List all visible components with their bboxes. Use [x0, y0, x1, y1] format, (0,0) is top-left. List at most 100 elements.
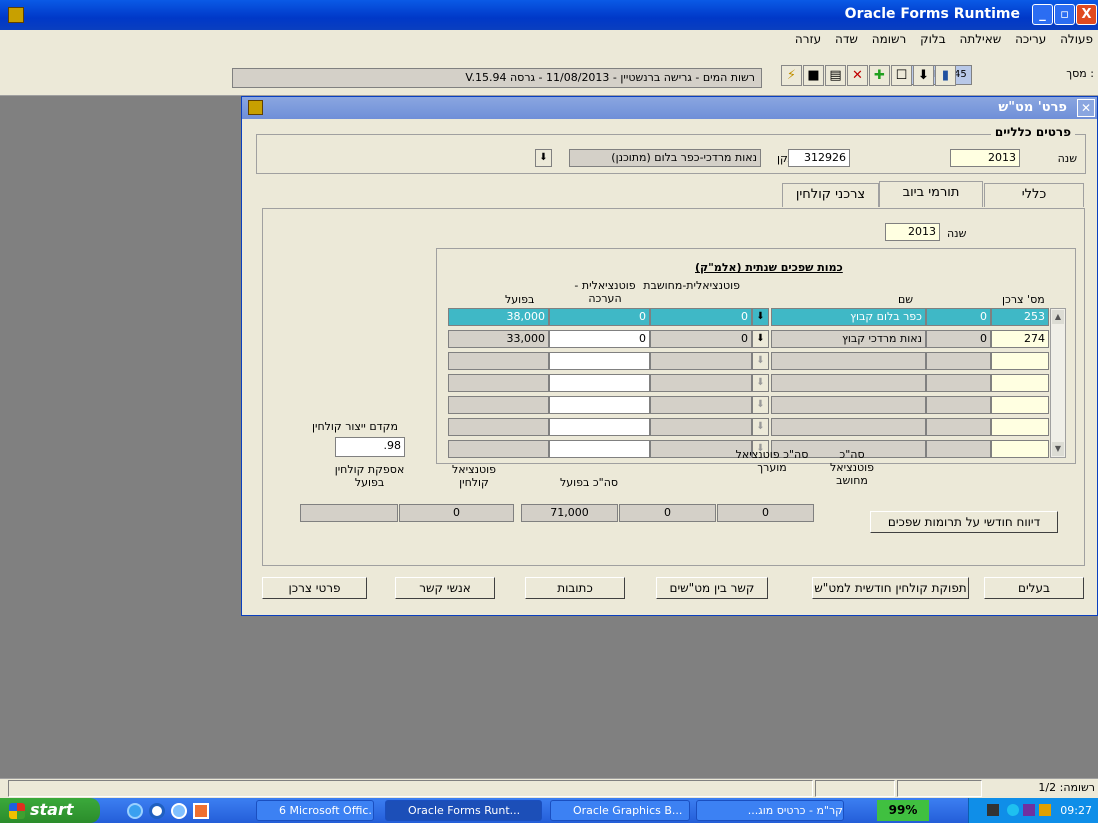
- row1-dropdown-icon[interactable]: ⬇: [752, 308, 769, 326]
- row1-potential-est[interactable]: 0: [549, 308, 650, 326]
- row6-dropdown-icon[interactable]: ⬇: [752, 418, 769, 436]
- menu-edit[interactable]: עריכה: [1010, 30, 1051, 48]
- monthly-effluent-button[interactable]: תפוקת קולחין חודשית למט"ש: [812, 577, 969, 599]
- down-arrow-icon[interactable]: ⬇: [913, 65, 934, 86]
- form-close-icon[interactable]: ✕: [1077, 99, 1095, 117]
- menu-record[interactable]: רשומה: [867, 30, 912, 48]
- clock: 09:27: [1060, 804, 1092, 817]
- row7-consumer-no[interactable]: [991, 440, 1049, 458]
- record-indicator: רשומה: 1/2: [1038, 781, 1095, 794]
- scroll-up-icon[interactable]: ▲: [1052, 310, 1064, 324]
- col-actual-header: בפועל: [505, 293, 535, 306]
- coef-label: מקדם ייצור קולחין: [312, 420, 398, 433]
- col-name-header: שם: [898, 293, 914, 306]
- app-info-bar: רשות המים - גרישה ברנשטיין - 11/08/2013 …: [232, 68, 762, 88]
- row5-potential-calc: [650, 396, 752, 414]
- row2-consumer-no[interactable]: 274: [991, 330, 1049, 348]
- consumer-details-button[interactable]: פרטי צרכן: [262, 577, 367, 599]
- taskbar-item-oracle-forms[interactable]: Oracle Forms Runt...: [385, 800, 542, 821]
- row5-dropdown-icon[interactable]: ⬇: [752, 396, 769, 414]
- row1-mid: 0: [926, 308, 991, 326]
- row7-mid: [926, 440, 991, 458]
- exit-icon[interactable]: ▮: [935, 65, 956, 86]
- row4-consumer-no[interactable]: [991, 374, 1049, 392]
- ie-icon[interactable]: [127, 803, 143, 819]
- close-button[interactable]: X: [1076, 4, 1097, 25]
- window-title-bar: Oracle Forms Runtime _ ▫ X: [0, 0, 1098, 30]
- total-actual-label: סה"כ בפועל: [560, 476, 619, 489]
- save-icon[interactable]: ■: [803, 65, 824, 86]
- row4-actual[interactable]: [448, 374, 549, 392]
- contacts-button[interactable]: אנשי קשר: [395, 577, 495, 599]
- row2-potential-calc: 0: [650, 330, 752, 348]
- status-cell-2: [897, 780, 982, 797]
- row6-potential-est[interactable]: [549, 418, 650, 436]
- quicklaunch-icon-3[interactable]: [171, 803, 187, 819]
- lightning-icon[interactable]: ⚡: [781, 65, 802, 86]
- row2-dropdown-icon[interactable]: ⬇: [752, 330, 769, 348]
- row1-consumer-no[interactable]: 253: [991, 308, 1049, 326]
- tab-sewage-contributors[interactable]: תורמי ביוב: [879, 181, 983, 207]
- quicklaunch-icon-4[interactable]: [193, 803, 209, 819]
- facility-number-field[interactable]: 312926: [788, 149, 850, 167]
- row3-actual[interactable]: [448, 352, 549, 370]
- coef-field[interactable]: .98: [335, 437, 405, 457]
- tab-effluent-consumers[interactable]: צרכני קולחין: [782, 183, 879, 207]
- status-bar: רשומה: 1/2: [0, 778, 1098, 798]
- tray-icon-4[interactable]: [1039, 804, 1051, 816]
- scroll-down-icon[interactable]: ▼: [1052, 442, 1064, 456]
- year-label: שנה: [1057, 152, 1077, 165]
- owners-button[interactable]: בעלים: [984, 577, 1084, 599]
- total-calc-label: סה"כ פוטנציאל מחושב: [830, 448, 874, 487]
- row7-potential-est[interactable]: [549, 440, 650, 458]
- tray-icon-2[interactable]: [1007, 804, 1019, 816]
- tab-general[interactable]: כללי: [984, 183, 1084, 207]
- col-consumer-no-header: מס' צרכן: [1002, 293, 1045, 306]
- insert-icon[interactable]: ✚: [869, 65, 890, 86]
- tray-icon-1[interactable]: [987, 804, 999, 816]
- row1-actual[interactable]: 38,000: [448, 308, 549, 326]
- menu-query[interactable]: שאילתה: [954, 30, 1006, 48]
- row5-potential-est[interactable]: [549, 396, 650, 414]
- row5-consumer-no[interactable]: [991, 396, 1049, 414]
- effluent-potential-value: 0: [399, 504, 514, 522]
- print-icon[interactable]: ▤: [825, 65, 846, 86]
- row5-actual[interactable]: [448, 396, 549, 414]
- taskbar-item-browser[interactable]: קר"מ - כרטיס מוג...: [696, 800, 844, 821]
- row3-consumer-no[interactable]: [991, 352, 1049, 370]
- monthly-report-button[interactable]: דיווח חודשי על תרומות שפכים: [870, 511, 1058, 533]
- row6-potential-calc: [650, 418, 752, 436]
- taskbar-item-oracle-graphics[interactable]: Oracle Graphics B...: [550, 800, 690, 821]
- row5-name: [771, 396, 926, 414]
- tab-year-field[interactable]: 2013: [885, 223, 940, 241]
- row1-potential-calc: 0: [650, 308, 752, 326]
- row4-dropdown-icon[interactable]: ⬇: [752, 374, 769, 392]
- row5-mid: [926, 396, 991, 414]
- row6-consumer-no[interactable]: [991, 418, 1049, 436]
- taskbar-item-office[interactable]: 6 Microsoft Offic...: [256, 800, 374, 821]
- menu-field[interactable]: שדה: [830, 30, 863, 48]
- row6-actual[interactable]: [448, 418, 549, 436]
- query-icon[interactable]: ☐: [891, 65, 912, 86]
- maximize-button[interactable]: ▫: [1054, 4, 1075, 25]
- row3-dropdown-icon[interactable]: ⬇: [752, 352, 769, 370]
- col-potential-calc-header: פוטנציאלית-מחושבת: [643, 279, 740, 292]
- row2-potential-est[interactable]: 0: [549, 330, 650, 348]
- row4-potential-est[interactable]: [549, 374, 650, 392]
- row2-name: נאות מרדכי קבוץ: [771, 330, 926, 348]
- menu-block[interactable]: בלוק: [915, 30, 951, 48]
- row7-actual[interactable]: [448, 440, 549, 458]
- delete-icon[interactable]: ✕: [847, 65, 868, 86]
- facility-dropdown-icon[interactable]: ⬇: [535, 149, 552, 167]
- row3-potential-est[interactable]: [549, 352, 650, 370]
- grid-scrollbar[interactable]: ▲ ▼: [1050, 308, 1066, 458]
- row2-actual[interactable]: 33,000: [448, 330, 549, 348]
- year-field[interactable]: 2013: [950, 149, 1020, 167]
- link-facilities-button[interactable]: קשר בין מט"שים: [656, 577, 768, 599]
- tray-icon-3[interactable]: [1023, 804, 1035, 816]
- menu-action[interactable]: פעולה: [1055, 30, 1098, 48]
- minimize-button[interactable]: _: [1032, 4, 1053, 25]
- quicklaunch-icon-2[interactable]: [149, 803, 165, 819]
- addresses-button[interactable]: כתובות: [525, 577, 625, 599]
- menu-help[interactable]: עזרה: [790, 30, 826, 48]
